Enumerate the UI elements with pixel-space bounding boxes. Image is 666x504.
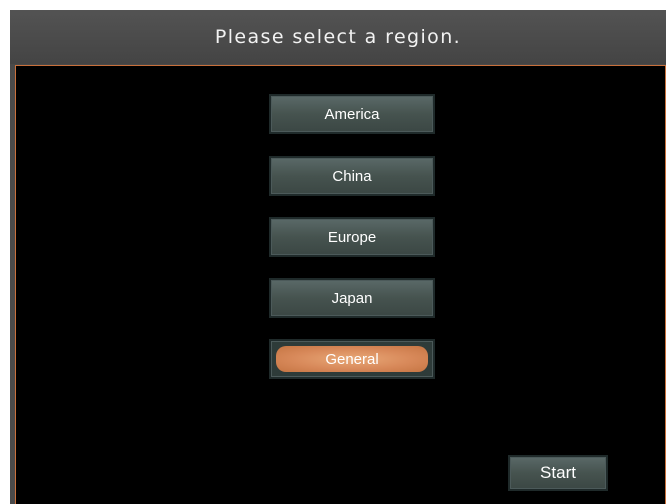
region-america-button[interactable]: America	[269, 94, 435, 134]
dialog-title: Please select a region.	[214, 26, 462, 48]
start-button[interactable]: Start	[508, 455, 608, 491]
region-china-button[interactable]: China	[269, 156, 435, 196]
start-button-label: Start	[540, 463, 576, 482]
region-europe-button[interactable]: Europe	[269, 217, 435, 257]
region-dialog: Please select a region. America China Eu…	[10, 10, 666, 504]
region-general-button[interactable]: General	[269, 339, 435, 379]
region-europe-label: Europe	[327, 228, 377, 246]
region-japan-button[interactable]: Japan	[269, 278, 435, 318]
region-general-label: General	[325, 350, 379, 368]
selected-highlight: General	[276, 346, 428, 372]
region-america-label: America	[324, 105, 380, 123]
region-japan-label: Japan	[331, 289, 373, 307]
region-panel: America China Europe Japan General Start	[15, 65, 666, 504]
title-bar: Please select a region.	[10, 10, 666, 64]
region-china-label: China	[332, 167, 372, 185]
